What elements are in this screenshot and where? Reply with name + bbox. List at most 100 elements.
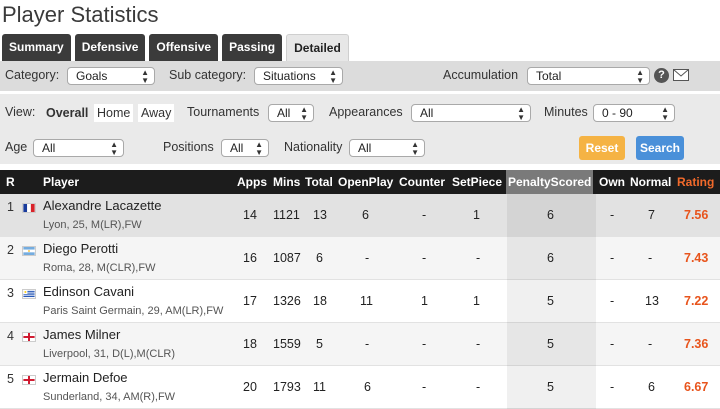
- view-label: View:: [5, 105, 36, 119]
- uruguay-flag-icon: [22, 289, 36, 299]
- tab-offensive[interactable]: Offensive: [149, 34, 219, 61]
- nationality-label: Nationality: [284, 140, 343, 154]
- subcategory-select-value: Situations: [263, 69, 316, 83]
- select-arrows-icon: ▲ ▼: [141, 68, 149, 85]
- cell-mins: 1121: [273, 208, 300, 222]
- view-home-option[interactable]: Home: [94, 104, 134, 122]
- player-info: Sunderland, 34, AM(R),FW: [43, 391, 176, 403]
- cell-own: -: [610, 294, 615, 308]
- search-button[interactable]: Search: [636, 136, 684, 160]
- tournaments-select[interactable]: All ▲ ▼: [268, 104, 314, 122]
- tab-detailed[interactable]: Detailed: [286, 34, 349, 61]
- age-select[interactable]: All ▲ ▼: [33, 139, 124, 157]
- category-select[interactable]: Goals ▲ ▼: [67, 67, 155, 85]
- select-arrows-icon: ▲ ▼: [110, 140, 118, 157]
- player-name-link[interactable]: Edinson Cavani: [43, 284, 134, 299]
- cell-own: -: [610, 380, 615, 394]
- cell-normal: 7: [648, 208, 655, 222]
- accumulation-select[interactable]: Total ▲ ▼: [527, 67, 650, 85]
- view-away-option[interactable]: Away: [138, 104, 175, 122]
- cell-setpiece: -: [476, 337, 481, 351]
- col-header-setpiece[interactable]: SetPiece: [452, 170, 502, 194]
- mail-icon[interactable]: [673, 69, 689, 81]
- select-arrows-icon: ▲ ▼: [300, 105, 308, 122]
- cell-total: 13: [313, 208, 327, 222]
- cell-counter: -: [422, 251, 427, 265]
- cell-mins: 1793: [273, 380, 301, 394]
- nationality-select-value: All: [358, 141, 372, 155]
- help-icon[interactable]: ?: [654, 68, 669, 83]
- cell-normal: -: [648, 251, 653, 265]
- cell-normal: 6: [648, 380, 655, 394]
- cell-total: 18: [313, 294, 327, 308]
- accumulation-select-value: Total: [536, 69, 562, 83]
- category-select-value: Goals: [76, 69, 108, 83]
- table-row: 4 James Milner Liverpool, 31, D(L),M(CLR…: [0, 323, 720, 366]
- minutes-select-value: 0 - 90: [602, 106, 633, 120]
- cell-rating: 7.56: [684, 208, 709, 222]
- subcategory-label: Sub category:: [169, 68, 247, 82]
- england-flag-icon: [22, 375, 36, 385]
- cell-openplay: 11: [360, 294, 373, 308]
- cell-setpiece: 1: [473, 208, 480, 222]
- select-arrows-icon: ▲ ▼: [411, 140, 419, 157]
- cell-apps: 17: [243, 294, 257, 308]
- col-header-counter[interactable]: Counter: [399, 170, 445, 194]
- select-arrows-icon: ▲ ▼: [255, 140, 263, 157]
- tab-defensive[interactable]: Defensive: [74, 34, 146, 61]
- col-header-rank[interactable]: R: [6, 170, 15, 194]
- table-row: 1 Alexandre Lacazette Lyon, 25, M(LR),FW…: [0, 194, 720, 237]
- cell-total: 5: [316, 337, 323, 351]
- cell-rating: 7.36: [684, 337, 709, 351]
- positions-label: Positions: [163, 140, 214, 154]
- player-name-link[interactable]: Jermain Defoe: [43, 370, 128, 385]
- appearances-select[interactable]: All ▲ ▼: [411, 104, 531, 122]
- player-name-link[interactable]: Diego Perotti: [43, 241, 118, 256]
- cell-own: -: [610, 337, 615, 351]
- reset-button[interactable]: Reset: [579, 136, 625, 160]
- col-header-total[interactable]: Total: [305, 170, 333, 194]
- player-info: Paris Saint Germain, 29, AM(LR),FW: [43, 305, 224, 317]
- cell-setpiece: -: [476, 380, 481, 394]
- col-header-mins[interactable]: Mins: [273, 170, 300, 194]
- row-rank: 5: [7, 372, 14, 386]
- cell-openplay: -: [365, 337, 370, 351]
- cell-openplay: 6: [362, 208, 369, 222]
- england-flag-icon: [22, 332, 36, 342]
- cell-mins: 1087: [273, 251, 301, 265]
- tab-summary[interactable]: Summary: [2, 34, 71, 61]
- col-header-apps[interactable]: Apps: [237, 170, 267, 194]
- col-header-player[interactable]: Player: [43, 170, 79, 194]
- appearances-label: Appearances: [329, 105, 403, 119]
- select-arrows-icon: ▲ ▼: [329, 68, 337, 85]
- cell-openplay: 6: [364, 380, 371, 394]
- cell-penaltyscored: 5: [547, 294, 554, 308]
- table-row: 2 Diego Perotti Roma, 28, M(CLR),FW 16 1…: [0, 237, 720, 280]
- select-arrows-icon: ▲ ▼: [636, 68, 644, 85]
- cell-own: -: [610, 251, 615, 265]
- cell-penaltyscored: 6: [547, 208, 554, 222]
- cell-normal: 13: [645, 294, 659, 308]
- col-header-own[interactable]: Own: [599, 170, 625, 194]
- positions-select[interactable]: All ▲ ▼: [221, 139, 269, 157]
- table-row: 3 Edinson Cavani Paris Saint Germain, 29…: [0, 280, 720, 323]
- cell-penaltyscored: 5: [547, 337, 554, 351]
- col-header-openplay[interactable]: OpenPlay: [338, 170, 393, 194]
- tournaments-label: Tournaments: [187, 105, 260, 119]
- category-label: Category:: [5, 68, 60, 82]
- tournaments-select-value: All: [277, 106, 291, 120]
- minutes-select[interactable]: 0 - 90 ▲ ▼: [593, 104, 675, 122]
- player-name-link[interactable]: James Milner: [43, 327, 120, 342]
- subcategory-select[interactable]: Situations ▲ ▼: [254, 67, 343, 85]
- col-header-normal[interactable]: Normal: [630, 170, 671, 194]
- france-flag-icon: [22, 203, 36, 213]
- minutes-label: Minutes: [544, 105, 588, 119]
- tab-passing[interactable]: Passing: [222, 34, 283, 61]
- col-header-penaltyscored[interactable]: PenaltyScored: [506, 170, 594, 194]
- col-header-rating[interactable]: Rating: [677, 170, 714, 194]
- nationality-select[interactable]: All ▲ ▼: [349, 139, 425, 157]
- cell-setpiece: 1: [473, 294, 480, 308]
- view-overall-option[interactable]: Overall: [43, 104, 92, 122]
- cell-apps: 14: [243, 208, 257, 222]
- player-name-link[interactable]: Alexandre Lacazette: [43, 198, 162, 213]
